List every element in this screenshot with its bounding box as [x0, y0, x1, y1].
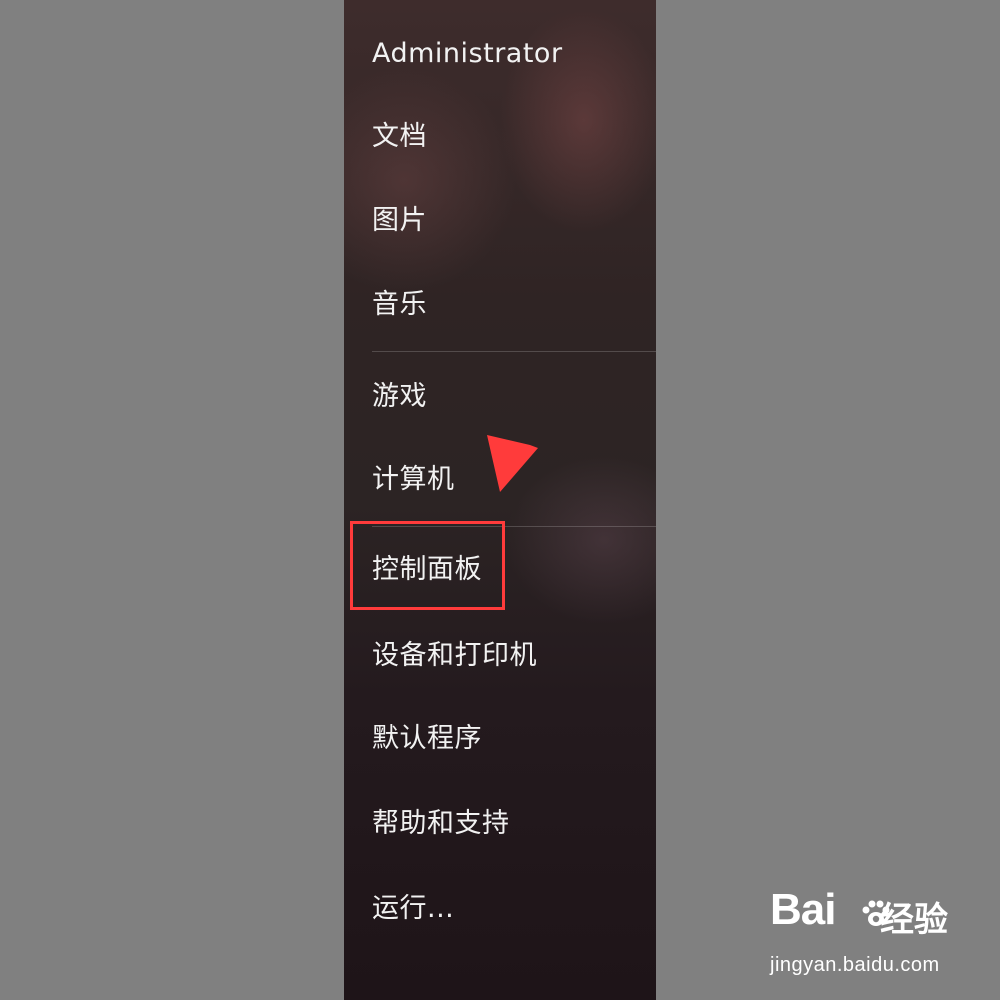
watermark-cn: 经验 [880, 900, 948, 940]
menu-item-computer[interactable]: 计算机 [372, 462, 455, 498]
menu-item-devices-printers[interactable]: 设备和打印机 [372, 638, 537, 674]
highlight-box [350, 521, 505, 610]
menu-item-music[interactable]: 音乐 [372, 287, 427, 323]
baidu-jingyan-watermark: Bai 经验 jingyan.baidu.com [770, 880, 990, 980]
menu-separator [372, 351, 656, 352]
menu-item-help-support[interactable]: 帮助和支持 [372, 806, 510, 842]
watermark-brand: Bai [770, 885, 836, 934]
menu-item-default-programs[interactable]: 默认程序 [372, 721, 482, 757]
menu-item-games[interactable]: 游戏 [372, 379, 427, 415]
menu-item-administrator[interactable]: Administrator [372, 36, 563, 72]
menu-item-run[interactable]: 运行... [372, 891, 454, 927]
menu-item-documents[interactable]: 文档 [372, 119, 427, 155]
menu-item-pictures[interactable]: 图片 [372, 203, 427, 239]
watermark-url: jingyan.baidu.com [770, 954, 940, 976]
start-menu-panel: Administrator 文档 图片 音乐 游戏 计算机 控制面板 设备和打印… [344, 0, 656, 1000]
